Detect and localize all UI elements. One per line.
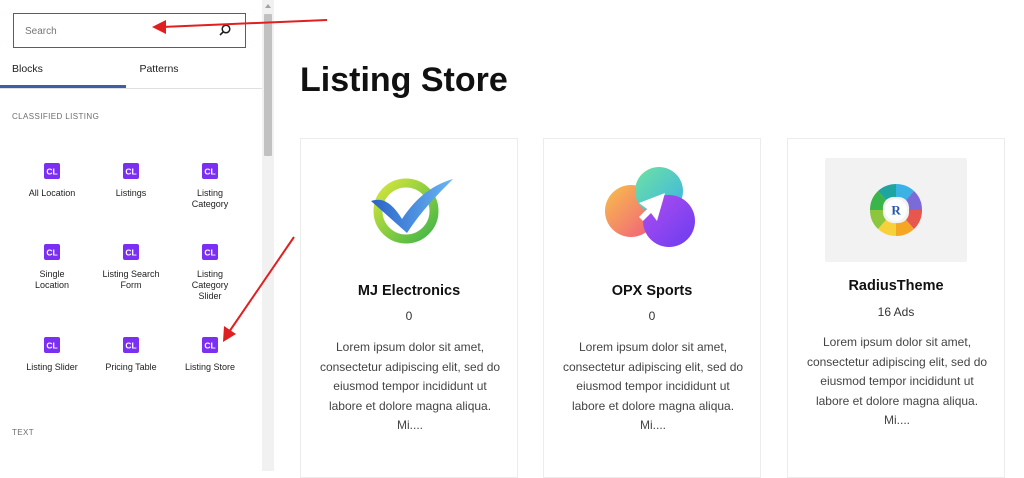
store-description: Lorem ipsum dolor sit amet, consectetur … [806, 335, 988, 427]
block-listing-search-form[interactable]: CL Listing Search Form [91, 244, 171, 291]
search-icon[interactable] [218, 23, 232, 37]
tab-blocks[interactable]: Blocks [0, 52, 126, 88]
block-label: Listing Category Slider [191, 269, 229, 301]
store-card-radiustheme[interactable]: R RadiusTheme 16 Ads Lorem ipsum dolor s… [787, 138, 1005, 478]
classified-listing-icon: CL [202, 163, 218, 179]
svg-text:R: R [891, 203, 901, 218]
svg-text:CL: CL [46, 341, 57, 351]
classified-listing-icon: CL [202, 337, 218, 353]
store-name[interactable]: OPX Sports [544, 283, 760, 299]
store-description: Lorem ipsum dolor sit amet, consectetur … [319, 340, 501, 432]
opx-sports-logo [605, 167, 695, 247]
tab-patterns[interactable]: Patterns [126, 52, 192, 87]
classified-listing-icon: CL [123, 337, 139, 353]
svg-text:CL: CL [125, 167, 136, 177]
svg-text:CL: CL [204, 167, 215, 177]
block-listing-category[interactable]: CL Listing Category [170, 163, 250, 210]
svg-text:CL: CL [46, 167, 57, 177]
block-label: Pricing Table [105, 362, 157, 372]
block-label: Listing Store [184, 362, 236, 372]
svg-text:CL: CL [204, 341, 215, 351]
scrollbar-thumb[interactable] [264, 14, 272, 156]
block-label: Listing Slider [26, 362, 78, 372]
search-input[interactable] [25, 23, 205, 39]
svg-text:CL: CL [204, 248, 215, 258]
store-description: Lorem ipsum dolor sit amet, consectetur … [562, 340, 744, 432]
svg-text:CL: CL [125, 248, 136, 258]
classified-listing-icon: CL [44, 163, 60, 179]
radiustheme-logo-frame: R [825, 158, 967, 262]
block-listing-store[interactable]: CL Listing Store [170, 337, 250, 373]
tab-patterns-label: Patterns [139, 63, 179, 75]
section-title-text: TEXT [12, 428, 35, 437]
block-listing-slider[interactable]: CL Listing Slider [12, 337, 92, 373]
classified-listing-icon: CL [44, 337, 60, 353]
classified-listing-icon: CL [44, 244, 60, 260]
tab-blocks-label: Blocks [12, 63, 43, 75]
store-card-mj-electronics[interactable]: MJ Electronics 0 Lorem ipsum dolor sit a… [300, 138, 518, 478]
block-single-location[interactable]: CL Single Location [12, 244, 92, 291]
block-inserter-sidebar: Blocks Patterns CLASSIFIED LISTING CL Al… [0, 0, 263, 471]
block-label: Listing Category [191, 188, 229, 209]
store-name[interactable]: RadiusTheme [788, 278, 1004, 294]
page-title: Listing Store [300, 61, 508, 99]
classified-listing-icon: CL [123, 163, 139, 179]
block-pricing-table[interactable]: CL Pricing Table [91, 337, 171, 373]
editor-canvas: Listing Store MJ Electronics 0 Lorem ips… [274, 0, 1024, 478]
classified-listing-icon: CL [202, 244, 218, 260]
block-listing-category-slider[interactable]: CL Listing Category Slider [170, 244, 250, 302]
block-all-location[interactable]: CL All Location [12, 163, 92, 199]
block-label: Listings [115, 188, 147, 198]
mj-electronics-logo [371, 178, 453, 244]
section-title-classified-listing: CLASSIFIED LISTING [12, 112, 100, 121]
store-ad-count: 0 [405, 309, 413, 323]
store-card-opx-sports[interactable]: OPX Sports 0 Lorem ipsum dolor sit amet,… [543, 138, 761, 478]
block-label: Single Location [34, 269, 70, 290]
inserter-tabs: Blocks Patterns [0, 52, 262, 89]
search-box[interactable] [13, 13, 246, 48]
block-label: All Location [28, 188, 76, 198]
store-ad-count: 16 Ads [877, 305, 915, 319]
block-label: Listing Search Form [102, 269, 160, 290]
radiustheme-logo: R [869, 183, 923, 237]
svg-text:CL: CL [46, 248, 57, 258]
classified-listing-icon: CL [123, 244, 139, 260]
store-name[interactable]: MJ Electronics [301, 283, 517, 299]
store-ad-count: 0 [648, 309, 656, 323]
svg-text:CL: CL [125, 341, 136, 351]
scroll-up-arrow-icon[interactable] [264, 2, 272, 10]
block-listings[interactable]: CL Listings [91, 163, 171, 199]
